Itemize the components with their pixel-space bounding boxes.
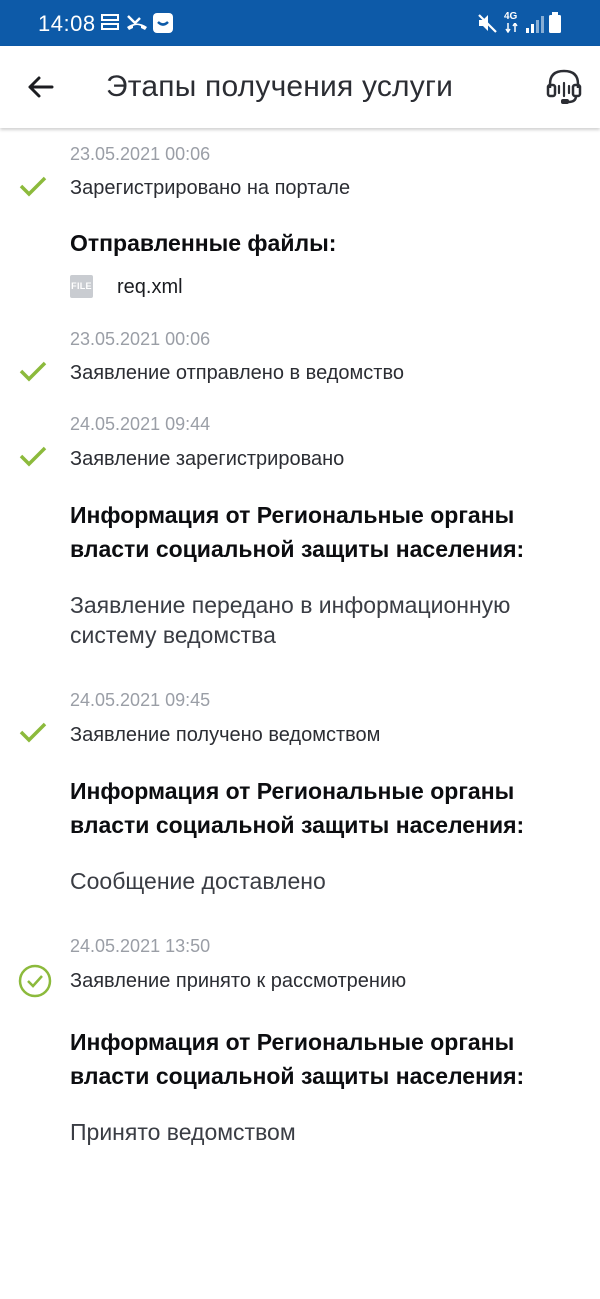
network-type-label: 4G — [504, 11, 518, 22]
file-link[interactable]: req.xml — [117, 276, 183, 299]
stage-date: 24.05.2021 09:44 — [70, 414, 211, 434]
file-badge: FILE — [71, 281, 92, 291]
stage-date: 24.05.2021 13:50 — [70, 936, 211, 956]
info-title: Информация от Региональные органы власти… — [70, 778, 525, 838]
battery-icon — [549, 12, 561, 33]
stage-status: Заявление получено ведомством — [70, 724, 381, 746]
support-headset-icon[interactable] — [544, 66, 584, 106]
missed-call-icon — [127, 15, 147, 30]
check-icon — [19, 176, 47, 197]
check-circle-icon — [18, 964, 52, 998]
page-title: Этапы получения услуги — [106, 70, 454, 103]
stage-status: Зарегистрировано на портале — [70, 177, 351, 199]
info-text: Заявление передано в информационную сист… — [70, 592, 511, 648]
check-icon — [19, 361, 47, 382]
stage-status: Заявление отправлено в ведомство — [70, 362, 404, 384]
back-arrow-icon[interactable] — [24, 70, 58, 104]
messenger-icon — [153, 13, 173, 33]
signal-icon — [526, 16, 544, 33]
check-icon — [19, 722, 47, 743]
info-text: Сообщение доставлено — [70, 868, 326, 894]
status-bar: 14:08 4G — [0, 0, 600, 46]
data-arrows-icon — [505, 23, 518, 33]
stage-status: Заявление зарегистрировано — [70, 448, 345, 470]
info-text: Принято ведомством — [70, 1119, 296, 1145]
info-title: Информация от Региональные органы власти… — [70, 1029, 525, 1089]
files-section-title: Отправленные файлы: — [70, 230, 337, 256]
stage-date: 23.05.2021 00:06 — [70, 144, 211, 164]
info-title: Информация от Региональные органы власти… — [70, 502, 525, 562]
status-time: 14:08 — [38, 11, 96, 36]
file-icon: FILE — [70, 275, 93, 298]
app-bar: Этапы получения услуги — [0, 46, 600, 128]
stage-date: 24.05.2021 09:45 — [70, 690, 211, 710]
check-icon — [19, 446, 47, 467]
stage-date: 23.05.2021 00:06 — [70, 329, 211, 349]
stage-status: Заявление принято к рассмотрению — [70, 970, 407, 992]
mute-icon — [478, 14, 497, 33]
detmir-notification-icon — [101, 14, 119, 30]
